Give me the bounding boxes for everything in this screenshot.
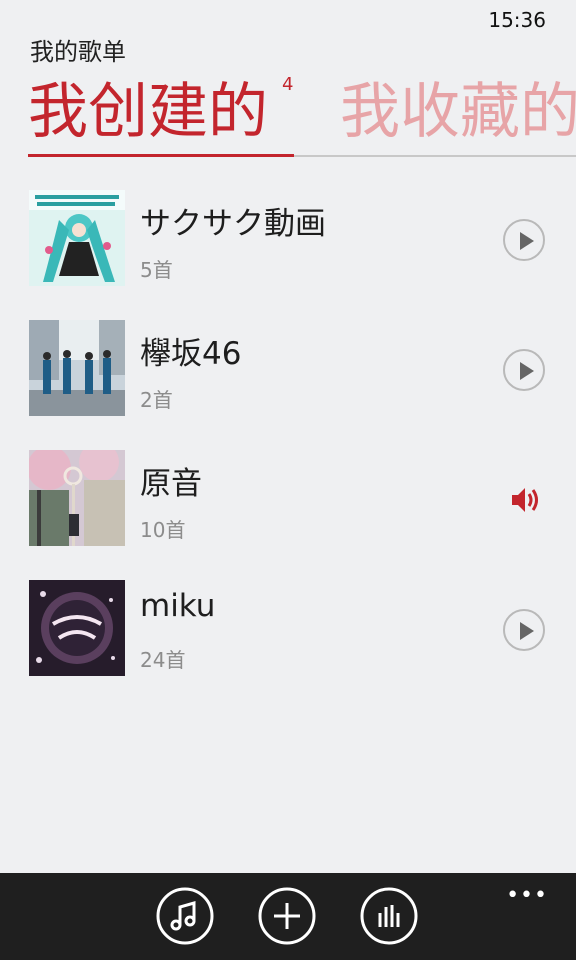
playlist-list: サクサク動画 5首 欅坂46 2首 原音 10首 miku 24首	[0, 190, 576, 710]
page-title: 我的歌单	[30, 38, 126, 66]
pivot: 我创建的 4 我收藏的	[0, 72, 576, 158]
playlist-cover	[29, 320, 125, 416]
playlist-cover	[29, 580, 125, 676]
app-bar: •••	[0, 873, 576, 960]
status-time: 15:36	[488, 8, 546, 32]
playlist-item[interactable]: 原音 10首	[0, 450, 576, 580]
playlist-title: 原音	[140, 466, 202, 502]
playlist-cover	[29, 450, 125, 546]
pivot-active-indicator	[28, 154, 294, 157]
playlist-cover	[29, 190, 125, 286]
playlist-item[interactable]: サクサク動画 5首	[0, 190, 576, 320]
playlist-song-count: 24首	[140, 648, 186, 672]
playlist-title: サクサク動画	[140, 206, 326, 242]
tab-favorited[interactable]: 我收藏的	[340, 72, 576, 152]
playlist-song-count: 5首	[140, 258, 173, 282]
playlist-song-count: 2首	[140, 388, 173, 412]
playlist-title: 欅坂46	[140, 336, 242, 372]
music-note-icon[interactable]	[156, 887, 214, 945]
equalizer-icon[interactable]	[360, 887, 418, 945]
playlist-title: miku	[140, 588, 216, 624]
play-icon[interactable]	[503, 349, 545, 391]
plus-icon[interactable]	[258, 887, 316, 945]
tab-created[interactable]: 我创建的	[28, 72, 268, 152]
playlist-item[interactable]: 欅坂46 2首	[0, 320, 576, 450]
tab-created-count: 4	[282, 74, 294, 95]
play-icon[interactable]	[503, 609, 545, 651]
playlist-item[interactable]: miku 24首	[0, 580, 576, 710]
play-icon[interactable]	[503, 219, 545, 261]
playlist-song-count: 10首	[140, 518, 186, 542]
more-options-button[interactable]: •••	[506, 883, 548, 908]
speaker-icon[interactable]	[508, 484, 544, 516]
